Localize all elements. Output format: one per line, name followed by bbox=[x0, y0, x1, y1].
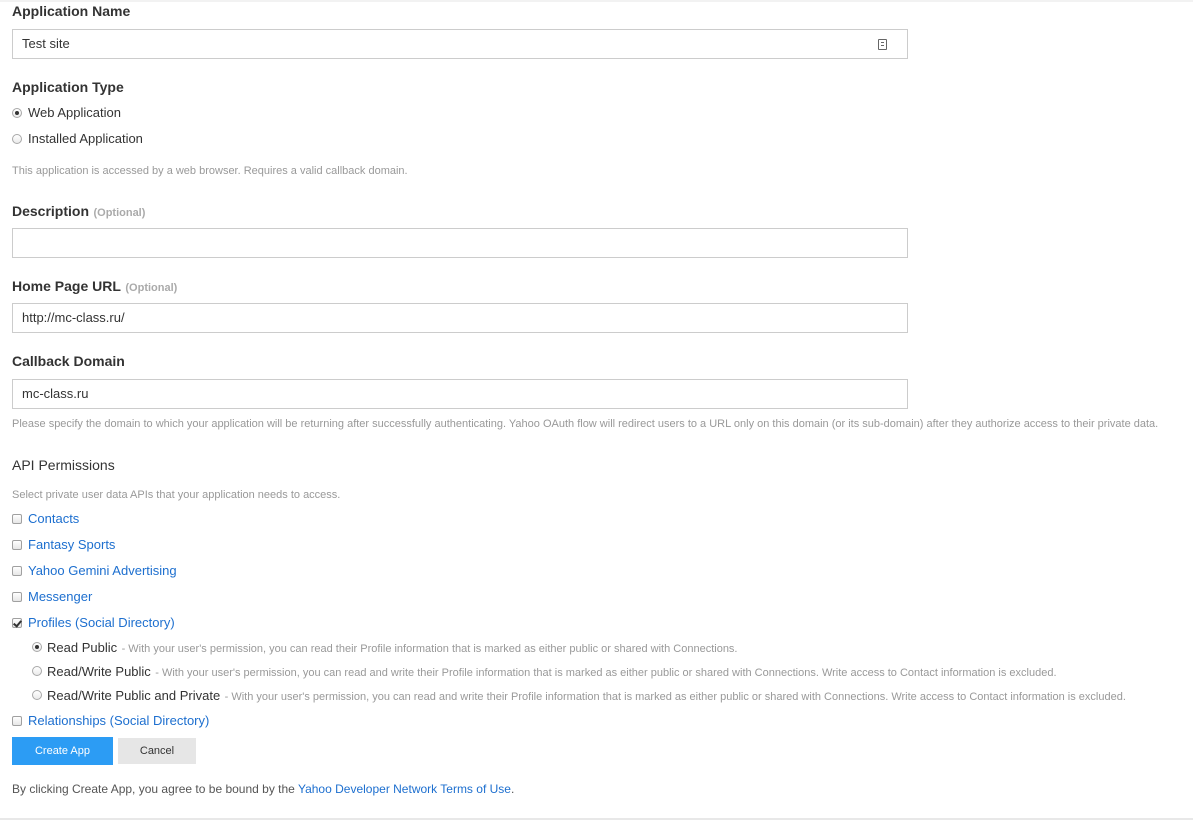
contacts-checkbox[interactable] bbox=[12, 514, 22, 524]
read-write-public-label[interactable]: Read/Write Public bbox=[47, 664, 151, 679]
autofill-contact-icon[interactable] bbox=[878, 39, 887, 50]
web-application-label[interactable]: Web Application bbox=[28, 105, 121, 120]
terms-suffix: . bbox=[510, 782, 515, 796]
create-app-button[interactable]: Create App bbox=[12, 737, 113, 765]
contacts-link[interactable]: Contacts bbox=[28, 511, 79, 526]
relationships-checkbox[interactable] bbox=[12, 716, 22, 726]
read-write-public-private-row: Read/Write Public and Private - With you… bbox=[47, 687, 1126, 705]
app-type-label: Application Type bbox=[12, 79, 124, 95]
profiles-link[interactable]: Profiles (Social Directory) bbox=[28, 615, 175, 630]
app-type-help: This application is accessed by a web br… bbox=[12, 165, 408, 177]
app-name-input[interactable]: Test site bbox=[12, 29, 908, 59]
description-label: Description bbox=[12, 203, 90, 219]
terms-of-use-link[interactable]: Yahoo Developer Network Terms of Use bbox=[298, 782, 511, 796]
profiles-checkbox[interactable] bbox=[12, 618, 22, 628]
read-public-radio[interactable] bbox=[32, 642, 42, 652]
cancel-button[interactable]: Cancel bbox=[118, 738, 196, 764]
read-public-label[interactable]: Read Public bbox=[47, 640, 117, 655]
home-page-url-input[interactable]: http://mc-class.ru/ bbox=[12, 303, 908, 333]
read-write-public-row: Read/Write Public - With your user's per… bbox=[47, 663, 1057, 681]
callback-domain-help: Please specify the domain to which your … bbox=[12, 418, 1159, 430]
read-write-public-desc: - With your user's permission, you can r… bbox=[155, 667, 1057, 679]
app-name-value: Test site bbox=[22, 36, 70, 51]
read-public-desc: - With your user's permission, you can r… bbox=[121, 643, 738, 655]
read-write-public-private-radio[interactable] bbox=[32, 690, 42, 700]
gemini-advertising-link[interactable]: Yahoo Gemini Advertising bbox=[28, 563, 177, 578]
read-write-public-radio[interactable] bbox=[32, 666, 42, 676]
api-permissions-help: Select private user data APIs that your … bbox=[12, 489, 341, 501]
callback-domain-input[interactable]: mc-class.ru bbox=[12, 379, 908, 409]
home-page-url-label-row: Home Page URL (Optional) bbox=[12, 278, 177, 296]
read-write-public-private-label[interactable]: Read/Write Public and Private bbox=[47, 688, 220, 703]
fantasy-sports-link[interactable]: Fantasy Sports bbox=[28, 537, 115, 552]
messenger-checkbox[interactable] bbox=[12, 592, 22, 602]
fantasy-sports-checkbox[interactable] bbox=[12, 540, 22, 550]
relationships-link[interactable]: Relationships (Social Directory) bbox=[28, 713, 209, 728]
terms-agreement: By clicking Create App, you agree to be … bbox=[12, 782, 514, 796]
app-name-label: Application Name bbox=[12, 3, 131, 19]
api-permissions-title: API Permissions bbox=[12, 457, 115, 473]
read-public-row: Read Public - With your user's permissio… bbox=[47, 639, 738, 657]
terms-prefix: By clicking Create App, you agree to be … bbox=[12, 782, 298, 796]
installed-application-radio[interactable] bbox=[12, 134, 22, 144]
callback-domain-value: mc-class.ru bbox=[22, 386, 89, 401]
top-divider bbox=[0, 0, 1193, 2]
messenger-link[interactable]: Messenger bbox=[28, 589, 92, 604]
home-page-url-label: Home Page URL bbox=[12, 278, 121, 294]
create-app-page: Application Name Test site Application T… bbox=[0, 0, 1193, 820]
description-input[interactable] bbox=[12, 228, 908, 258]
callback-domain-label: Callback Domain bbox=[12, 353, 125, 369]
home-page-url-optional: (Optional) bbox=[125, 282, 178, 294]
gemini-advertising-checkbox[interactable] bbox=[12, 566, 22, 576]
web-application-radio[interactable] bbox=[12, 108, 22, 118]
description-label-row: Description (Optional) bbox=[12, 203, 145, 221]
read-write-public-private-desc: - With your user's permission, you can r… bbox=[224, 691, 1126, 703]
home-page-url-value: http://mc-class.ru/ bbox=[22, 310, 125, 325]
installed-application-label[interactable]: Installed Application bbox=[28, 131, 143, 146]
description-optional: (Optional) bbox=[93, 207, 146, 219]
